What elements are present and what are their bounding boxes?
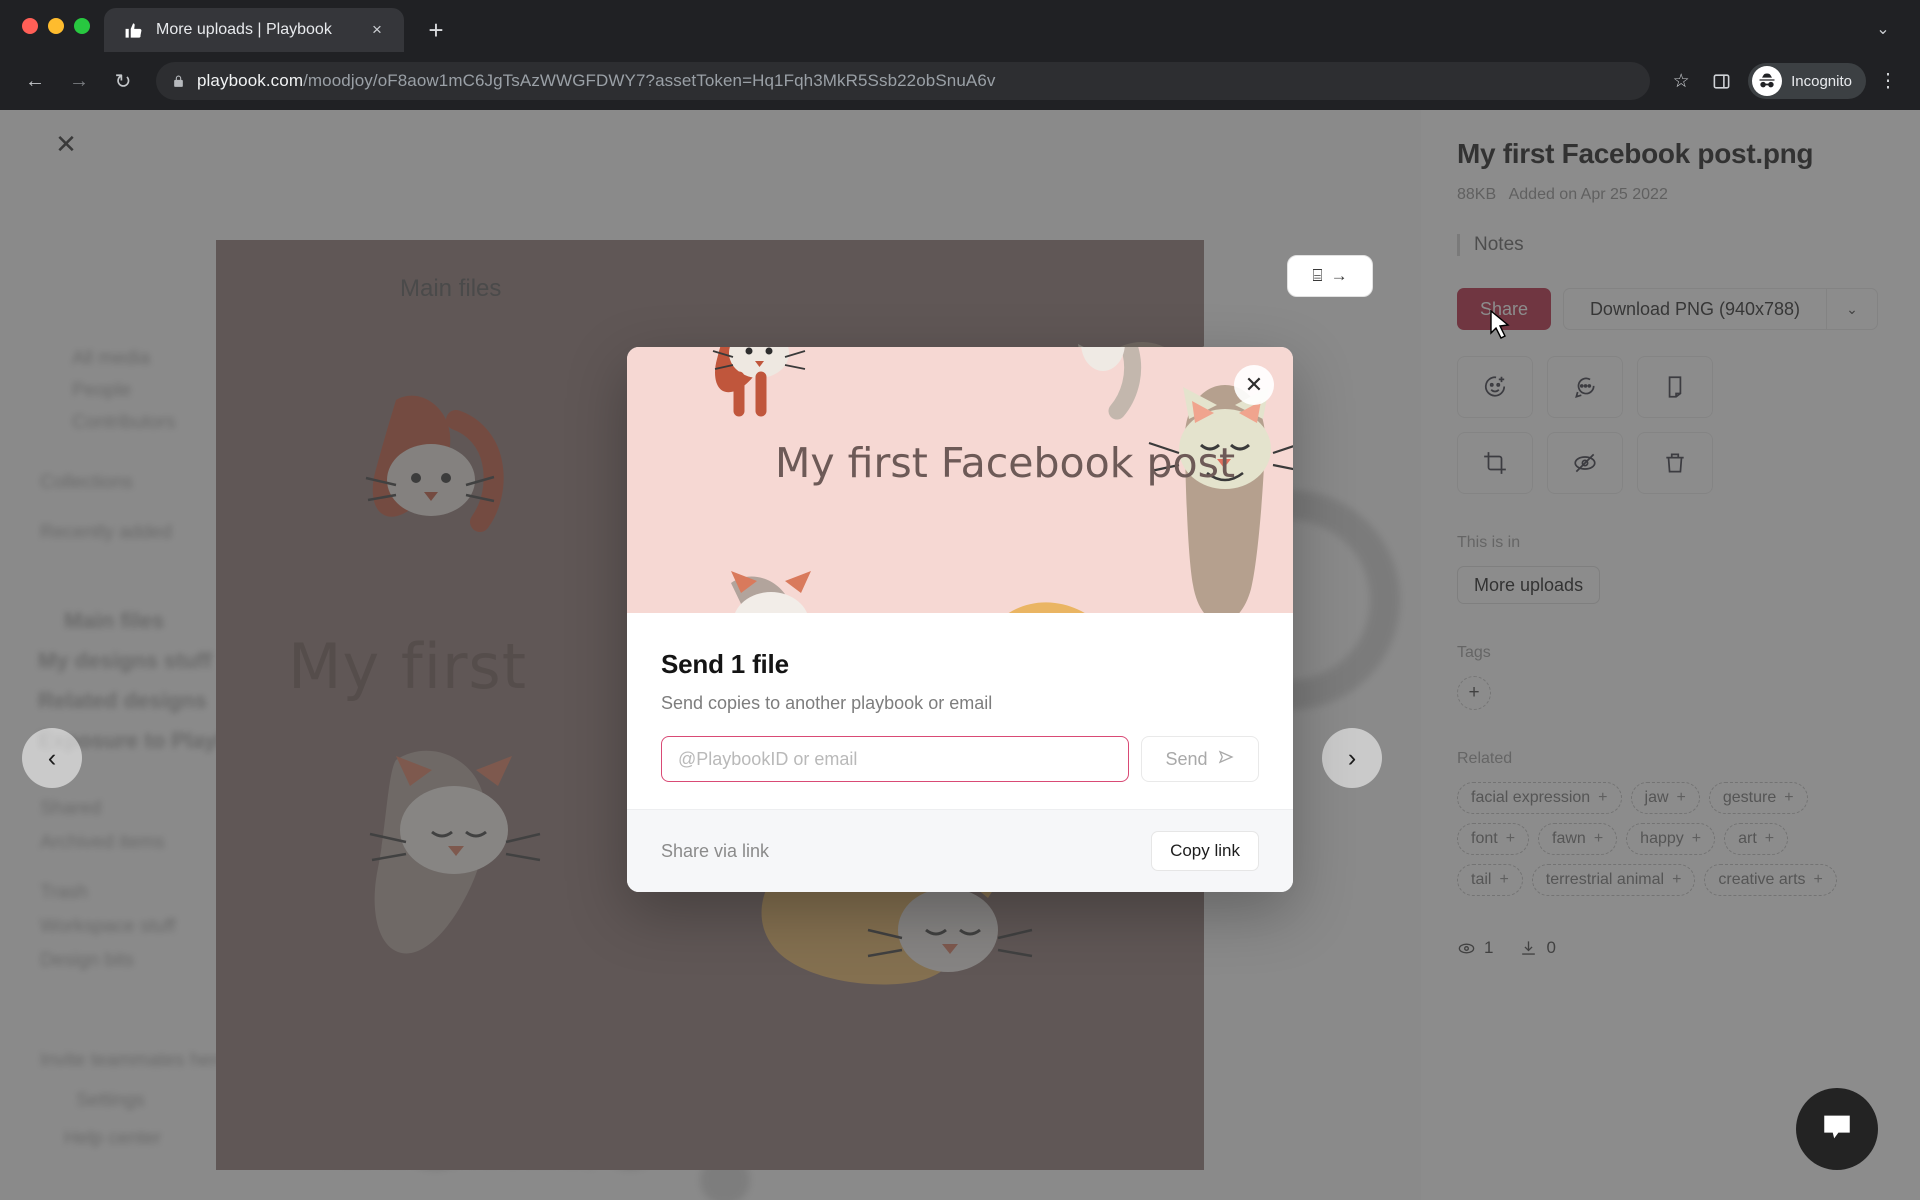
send-row: Send	[661, 736, 1259, 782]
address-bar[interactable]: playbook.com/moodjoy/oF8aow1mC6JgTsAzWWG…	[156, 62, 1651, 100]
window-controls	[16, 0, 104, 52]
close-tab-button[interactable]: ×	[364, 17, 390, 43]
url-path: /moodjoy/oF8aow1mC6JgTsAzWWGFDWY7?assetT…	[303, 71, 996, 90]
chat-support-button[interactable]	[1796, 1088, 1878, 1170]
hero-cat-bottom-left	[731, 571, 811, 613]
hero-cat-bottom-right	[1008, 602, 1085, 613]
share-via-link-label: Share via link	[661, 840, 770, 861]
copy-link-button[interactable]: Copy link	[1151, 831, 1259, 871]
recipient-input[interactable]	[661, 736, 1129, 782]
back-button[interactable]: ←	[16, 62, 54, 100]
send-plane-icon	[1217, 748, 1235, 771]
modal-hero-caption: My first Facebook post	[775, 439, 1236, 487]
mouse-cursor	[1489, 309, 1511, 345]
omnibox-toolbar: ← → ↻ playbook.com/moodjoy/oF8aow1mC6JgT…	[0, 52, 1920, 110]
close-modal-button[interactable]: ✕	[1234, 365, 1274, 405]
modal-footer: Share via link Copy link	[627, 809, 1293, 892]
thumbs-up-icon	[122, 19, 144, 41]
incognito-icon	[1752, 66, 1783, 96]
share-modal-layer: My first Facebook post ✕ Send 1 file Sen…	[0, 110, 1920, 1200]
url-domain: playbook.com	[197, 71, 304, 90]
hero-cat-top-left	[712, 347, 806, 417]
reload-button[interactable]: ↻	[104, 62, 142, 100]
tab-strip: More uploads | Playbook × + ⌄	[0, 0, 1920, 52]
maximize-window-button[interactable]	[74, 18, 90, 34]
side-panel-icon[interactable]	[1704, 64, 1738, 98]
browser-tab[interactable]: More uploads | Playbook ×	[104, 8, 404, 52]
modal-preview-image: My first Facebook post ✕	[627, 347, 1293, 613]
send-button-label: Send	[1165, 748, 1208, 769]
modal-title: Send 1 file	[661, 649, 789, 679]
bookmark-star-icon[interactable]: ☆	[1664, 64, 1698, 98]
chat-bubble-icon	[1820, 1110, 1854, 1149]
modal-subtitle: Send copies to another playbook or email	[661, 693, 993, 713]
address-bar-text: playbook.com/moodjoy/oF8aow1mC6JgTsAzWWG…	[197, 71, 996, 91]
modal-body: Send 1 file Send copies to another playb…	[627, 613, 1293, 809]
forward-button[interactable]: →	[60, 62, 98, 100]
lock-icon	[172, 74, 185, 89]
send-file-modal: My first Facebook post ✕ Send 1 file Sen…	[627, 347, 1293, 892]
tab-title: More uploads | Playbook	[156, 21, 332, 38]
browser-window: More uploads | Playbook × + ⌄ ← → ↻ play…	[0, 0, 1920, 1200]
send-button[interactable]: Send	[1141, 736, 1259, 782]
new-tab-button[interactable]: +	[418, 12, 454, 48]
profile-label: Incognito	[1791, 72, 1852, 90]
profile-incognito-button[interactable]: Incognito	[1748, 63, 1866, 99]
tab-search-chevron-icon[interactable]: ⌄	[1868, 14, 1898, 44]
minimize-window-button[interactable]	[48, 18, 64, 34]
page-content: All mediaPeopleContributorsCollectionsRe…	[0, 110, 1920, 1200]
browser-menu-icon[interactable]: ⋮	[1872, 70, 1904, 93]
close-window-button[interactable]	[22, 18, 38, 34]
